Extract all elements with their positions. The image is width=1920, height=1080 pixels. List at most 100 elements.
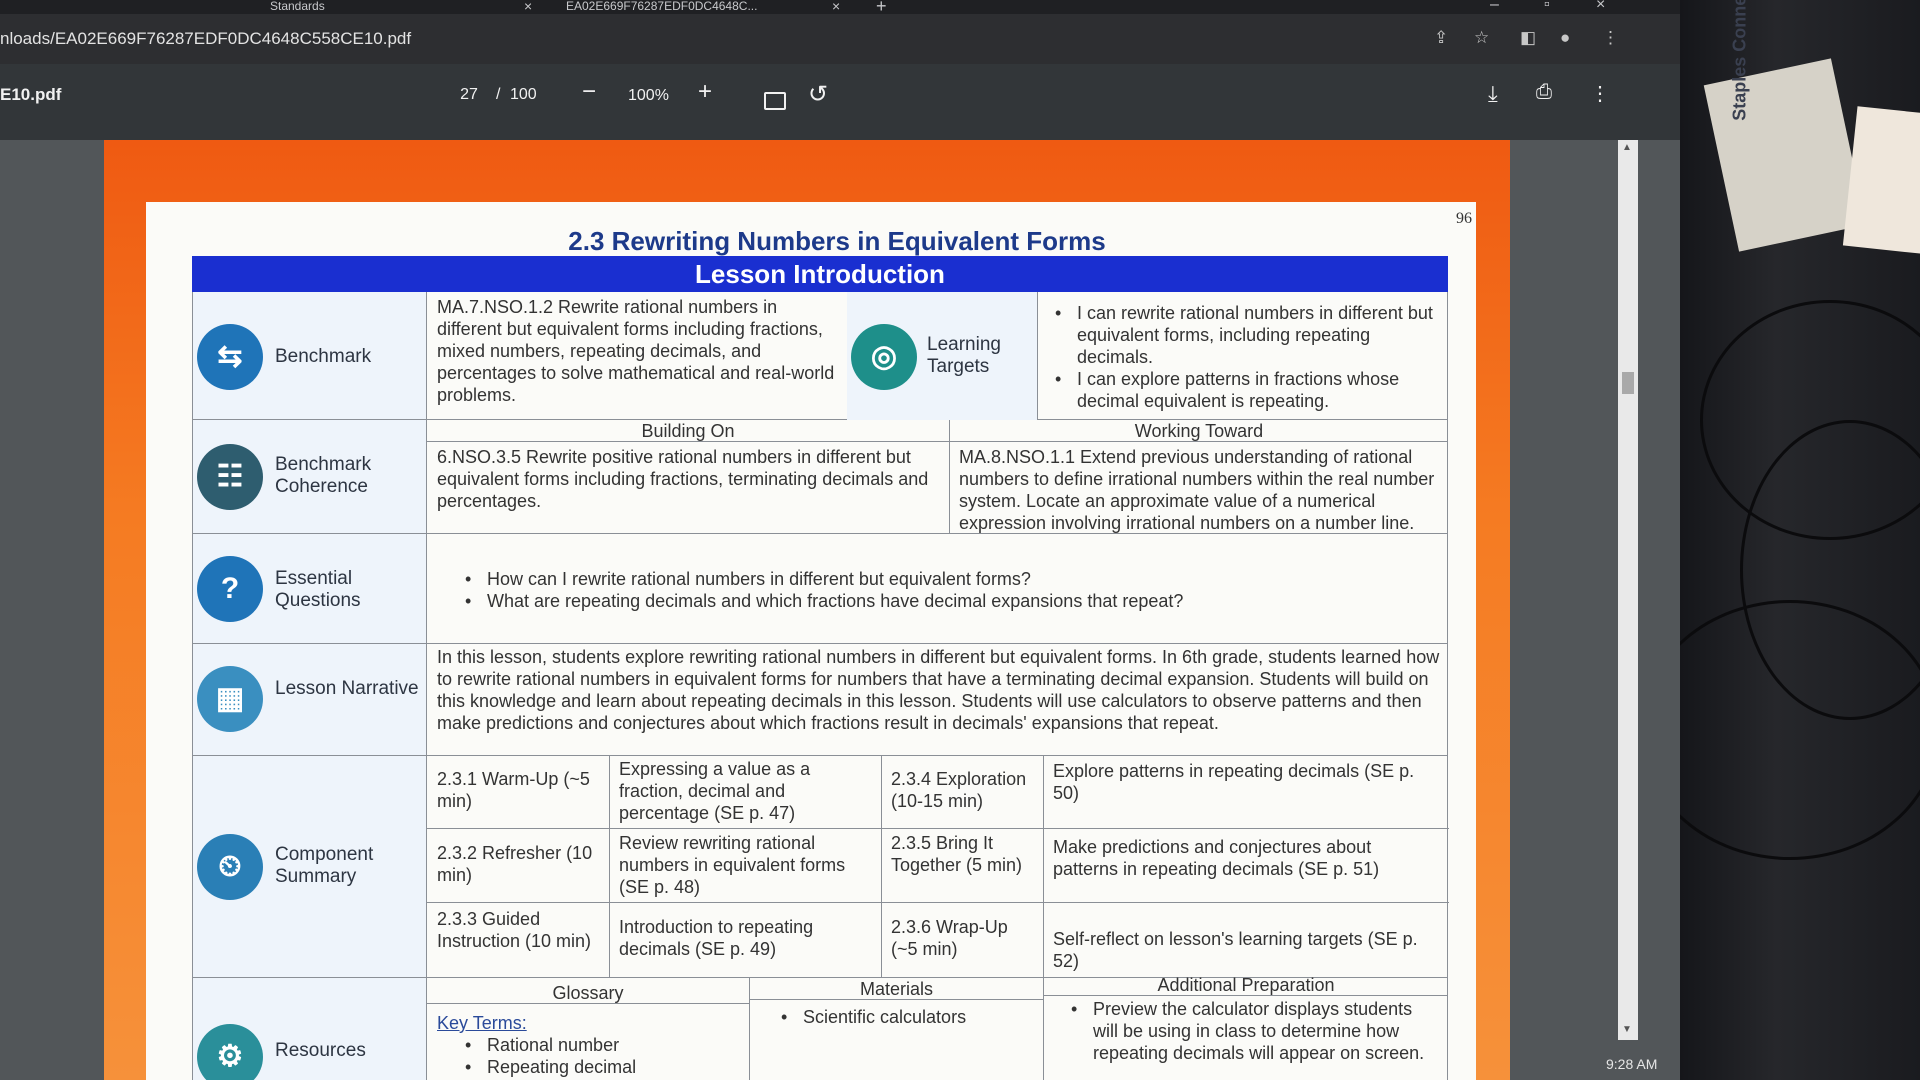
row-label-cell: ⚙ Resources	[193, 978, 427, 1080]
page-sheet: 96 2.3 Rewriting Numbers in Equivalent F…	[146, 202, 1476, 1080]
row-label-cell: ▦ Lesson Narrative	[193, 644, 427, 755]
row-label: Component Summary	[275, 844, 374, 887]
component-name: 2.3.6 Wrap-Up (~5 min)	[891, 917, 1008, 959]
fit-page-icon[interactable]	[764, 92, 786, 110]
page-number-input[interactable]: 27	[452, 86, 486, 104]
row-label: Benchmark	[275, 346, 372, 367]
rotate-icon[interactable]: ↺	[808, 80, 828, 109]
map-icon: ▦	[197, 666, 263, 732]
zoom-level[interactable]: 100%	[628, 87, 669, 105]
vertical-scrollbar[interactable]: ▲ ▼	[1618, 140, 1638, 1040]
tab-close-icon[interactable]: ×	[524, 0, 532, 14]
target-icon: ◎	[851, 324, 917, 390]
row-label: Essential Questions	[275, 568, 361, 611]
building-on-text: 6.NSO.3.5 Rewrite positive rational numb…	[437, 447, 929, 511]
section-banner: Lesson Introduction	[192, 256, 1448, 292]
scroll-up-icon[interactable]: ▲	[1622, 142, 1632, 153]
list-item: Rational number	[457, 1034, 737, 1056]
address-bar[interactable]: nloads/EA02E669F76287EDF0DC4648C558CE10.…	[0, 14, 1680, 64]
resources-icon: ⚙	[197, 1024, 263, 1080]
tab-standards[interactable]: Standards	[270, 0, 325, 14]
clipboard-clock-icon: ⏲	[197, 834, 263, 900]
table-row: ▦ Lesson Narrative In this lesson, stude…	[192, 644, 1448, 756]
row-label: Resources	[275, 1040, 366, 1061]
row-label-cell: ? Essential Questions	[193, 534, 427, 643]
tab-pdf[interactable]: EA02E669F76287EDF0DC4648C...	[566, 0, 757, 14]
component-name: 2.3.1 Warm-Up (~5 min)	[437, 769, 590, 811]
lesson-narrative-text: In this lesson, students explore rewriti…	[437, 647, 1440, 733]
component-name: 2.3.2 Refresher (10 min)	[437, 843, 593, 885]
scroll-down-icon[interactable]: ▼	[1622, 1024, 1632, 1035]
list-item: I can rewrite rational numbers in differ…	[1047, 302, 1443, 368]
page-title: 2.3 Rewriting Numbers in Equivalent Form…	[568, 226, 1106, 256]
browser-menu-icon[interactable]: ⋮	[1602, 28, 1619, 48]
component-desc: Make predictions and conjectures about p…	[1053, 837, 1380, 879]
list-item: Preview the calculator displays students…	[1063, 998, 1433, 1064]
tab-label: EA02E669F76287EDF0DC4648C...	[566, 0, 758, 13]
close-window-icon[interactable]: ×	[1596, 0, 1605, 14]
taskbar-clock[interactable]: 9:28 AM	[1606, 1056, 1657, 1072]
component-desc: Review rewriting rational numbers in equ…	[619, 833, 846, 897]
learning-targets-list: I can rewrite rational numbers in differ…	[1047, 302, 1443, 412]
list-item: Repeating decimal	[457, 1056, 737, 1078]
benchmark-icon: ⇆	[197, 324, 263, 390]
component-desc: Self-reflect on lesson's learning target…	[1053, 929, 1418, 971]
table-row: ☷ Benchmark Coherence Building On Workin…	[192, 420, 1448, 534]
monitor-screen: Standards × EA02E669F76287EDF0DC4648C...…	[0, 0, 1680, 1080]
page-total: 100	[510, 86, 537, 103]
component-desc: Introduction to repeating decimals (SE p…	[619, 917, 814, 959]
prep-list: Preview the calculator displays students…	[1063, 998, 1433, 1064]
table-row: ⏲ Component Summary 2.3.1 Warm-Up (~5 mi…	[192, 756, 1449, 978]
working-toward-header: Working Toward	[950, 420, 1448, 442]
url-text[interactable]: nloads/EA02E669F76287EDF0DC4648C558CE10.…	[0, 29, 411, 49]
row-label-cell: ☷ Benchmark Coherence	[193, 420, 427, 533]
staples-box: Staples Connect	[1703, 0, 1867, 252]
browser-tab-strip: Standards × EA02E669F76287EDF0DC4648C...…	[0, 0, 1680, 16]
zoom-in-icon[interactable]: +	[698, 78, 712, 106]
materials-header: Materials	[750, 978, 1043, 1000]
learning-targets-label-cell: ◎ Learning Targets	[847, 292, 1037, 420]
more-actions-icon[interactable]: ⋮	[1590, 81, 1610, 106]
list-item: What are repeating decimals and which fr…	[457, 590, 1417, 612]
table-row: ⇆ Benchmark MA.7.NSO.1.2 Rewrite rationa…	[192, 292, 1448, 420]
pdf-toolbar: E10.pdf 27 / 100 − 100% + ↺ ⤓ ⎙ ⋮	[0, 64, 1680, 140]
print-icon[interactable]: ⎙	[1536, 81, 1552, 104]
key-terms-list: Rational number Repeating decimal	[457, 1034, 737, 1078]
cable	[1680, 600, 1920, 860]
row-label-cell: ⇆ Benchmark	[193, 292, 427, 419]
share-icon[interactable]: ⇪	[1434, 28, 1448, 48]
desk-background: Staples Connect	[1680, 0, 1920, 1080]
row-label: Lesson Narrative	[275, 678, 419, 699]
prep-header: Additional Preparation	[1044, 974, 1448, 996]
download-icon[interactable]: ⤓	[1488, 81, 1498, 107]
restore-icon[interactable]: ▫	[1544, 0, 1550, 14]
component-name: 2.3.4 Exploration (10-15 min)	[891, 769, 1027, 811]
table-row: ? Essential Questions How can I rewrite …	[192, 534, 1448, 644]
tab-close-icon[interactable]: ×	[832, 0, 840, 14]
list-item: Scientific calculators	[773, 1006, 1033, 1028]
profile-icon[interactable]: ●	[1560, 28, 1570, 48]
box-label: Staples Connect	[1729, 0, 1750, 121]
sidebar-icon[interactable]: ◧	[1520, 28, 1536, 48]
tab-label: Standards	[270, 0, 325, 13]
ladder-icon: ☷	[197, 444, 263, 510]
table-row: ⚙ Resources Glossary Materials Additiona…	[192, 975, 1448, 1080]
row-label-cell: ⏲ Component Summary	[193, 756, 427, 977]
pdf-filename: E10.pdf	[0, 85, 62, 104]
component-desc: Explore patterns in repeating decimals (…	[1053, 761, 1415, 803]
row-label: Learning Targets	[927, 334, 1001, 377]
list-item: I can explore patterns in fractions whos…	[1047, 368, 1443, 412]
page-separator: /	[496, 86, 501, 103]
working-toward-text: MA.8.NSO.1.1 Extend previous understandi…	[959, 447, 1435, 533]
materials-list: Scientific calculators	[773, 1006, 1033, 1028]
minimize-icon[interactable]: –	[1490, 0, 1499, 14]
key-terms-label: Key Terms:	[437, 1013, 527, 1033]
list-item: How can I rewrite rational numbers in di…	[457, 568, 1417, 590]
component-name: 2.3.5 Bring It Together (5 min)	[891, 833, 1023, 875]
component-name: 2.3.3 Guided Instruction (10 min)	[437, 909, 592, 951]
bookmark-star-icon[interactable]: ☆	[1474, 28, 1489, 48]
scroll-thumb[interactable]	[1622, 372, 1634, 394]
zoom-out-icon[interactable]: −	[582, 78, 596, 106]
building-on-header: Building On	[427, 420, 949, 442]
glossary-header: Glossary	[427, 982, 749, 1004]
